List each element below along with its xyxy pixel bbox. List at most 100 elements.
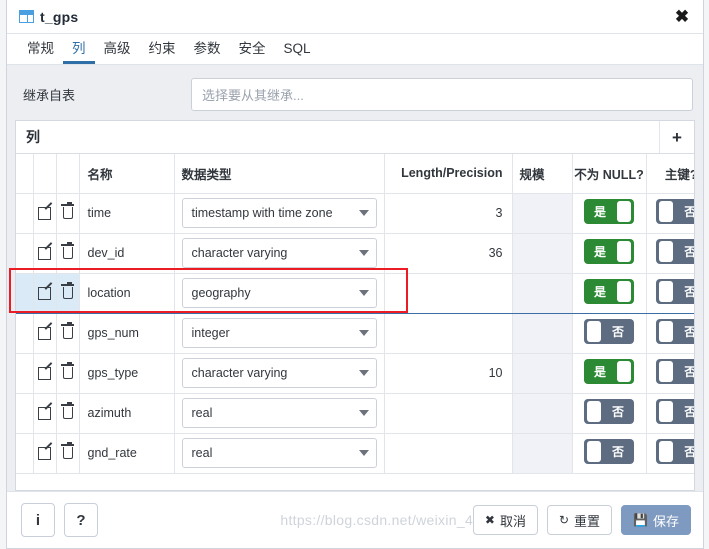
primary-key-cell: 否: [646, 272, 694, 314]
primary-key-toggle[interactable]: 否: [656, 399, 694, 424]
primary-key-toggle[interactable]: 否: [656, 199, 694, 224]
not-null-toggle-label: 是: [593, 365, 606, 379]
column-name-cell[interactable]: time: [79, 193, 175, 234]
datatype-select[interactable]: geography: [181, 278, 377, 308]
column-name-cell[interactable]: gnd_rate: [79, 433, 175, 474]
help-button[interactable]: ?: [64, 503, 98, 537]
primary-key-toggle[interactable]: 否: [656, 359, 694, 384]
edit-row-button[interactable]: [33, 313, 57, 354]
save-button[interactable]: 💾 保存: [621, 505, 691, 535]
reset-button[interactable]: ↻ 重置: [546, 505, 613, 535]
trash-icon[interactable]: [57, 201, 79, 224]
edit-icon[interactable]: [34, 362, 56, 384]
tab-parameters[interactable]: 参数: [185, 41, 230, 65]
info-button[interactable]: i: [21, 503, 55, 537]
primary-key-cell: 否: [646, 433, 694, 474]
delete-row-button[interactable]: [56, 353, 80, 394]
datatype-select[interactable]: character varying: [181, 358, 377, 388]
table-row[interactable]: gps_type character varying 10 是 否: [16, 353, 694, 394]
not-null-toggle[interactable]: 否: [584, 319, 634, 344]
tab-sql[interactable]: SQL: [275, 41, 320, 65]
primary-key-toggle[interactable]: 否: [656, 319, 694, 344]
scale-cell[interactable]: [512, 313, 573, 354]
not-null-toggle[interactable]: 否: [584, 439, 634, 464]
tab-columns[interactable]: 列: [63, 41, 95, 64]
datatype-select[interactable]: real: [181, 438, 377, 468]
trash-icon[interactable]: [57, 361, 79, 384]
length-precision-cell[interactable]: 10: [384, 353, 513, 394]
length-precision-cell[interactable]: [384, 272, 513, 314]
tab-security[interactable]: 安全: [230, 41, 275, 65]
tab-general[interactable]: 常规: [18, 41, 63, 65]
length-precision-cell[interactable]: 36: [384, 233, 513, 274]
edit-row-button[interactable]: [33, 193, 57, 234]
datatype-select[interactable]: timestamp with time zone: [181, 198, 377, 228]
table-row[interactable]: azimuth real 否 否: [16, 393, 694, 434]
cancel-button[interactable]: ✖ 取消: [472, 505, 538, 535]
not-null-cell: 是: [572, 233, 647, 274]
not-null-toggle[interactable]: 是: [584, 279, 634, 304]
table-row[interactable]: gps_num integer 否 否: [16, 313, 694, 354]
delete-row-button[interactable]: [56, 233, 80, 274]
primary-key-toggle[interactable]: 否: [656, 439, 694, 464]
tab-advanced[interactable]: 高级: [95, 41, 140, 65]
scale-cell[interactable]: [512, 233, 573, 274]
edit-row-button[interactable]: [33, 433, 57, 474]
edit-icon[interactable]: [34, 202, 56, 224]
datatype-select[interactable]: character varying: [181, 238, 377, 268]
column-name-cell[interactable]: azimuth: [79, 393, 175, 434]
scale-cell[interactable]: [512, 272, 573, 314]
scale-cell[interactable]: [512, 353, 573, 394]
close-icon[interactable]: ✖: [669, 4, 695, 30]
datatype-cell: timestamp with time zone: [174, 193, 385, 234]
edit-row-button[interactable]: [33, 393, 57, 434]
add-column-button[interactable]: +: [659, 121, 694, 153]
table-row[interactable]: gnd_rate real 否 否: [16, 433, 694, 474]
delete-row-button[interactable]: [56, 433, 80, 474]
trash-icon[interactable]: [57, 281, 79, 304]
length-precision-cell[interactable]: [384, 313, 513, 354]
edit-icon[interactable]: [34, 282, 56, 304]
column-name-cell[interactable]: gps_type: [79, 353, 175, 394]
edit-row-button[interactable]: [33, 272, 57, 314]
delete-row-button[interactable]: [56, 313, 80, 354]
trash-icon[interactable]: [57, 321, 79, 344]
scale-cell[interactable]: [512, 393, 573, 434]
column-name-cell[interactable]: location: [79, 272, 175, 314]
inherit-from-table-select[interactable]: 选择要从其继承...: [191, 77, 693, 111]
primary-key-toggle-label: 否: [674, 239, 694, 264]
edit-row-button[interactable]: [33, 353, 57, 394]
length-precision-cell[interactable]: [384, 393, 513, 434]
delete-row-button[interactable]: [56, 193, 80, 234]
datatype-select[interactable]: real: [181, 398, 377, 428]
chevron-down-icon: [358, 290, 369, 296]
column-name-cell[interactable]: gps_num: [79, 313, 175, 354]
table-row[interactable]: time timestamp with time zone 3 是 否: [16, 193, 694, 234]
edit-row-button[interactable]: [33, 233, 57, 274]
length-precision-cell[interactable]: 3: [384, 193, 513, 234]
delete-row-button[interactable]: [56, 393, 80, 434]
not-null-toggle[interactable]: 是: [584, 359, 634, 384]
edit-icon[interactable]: [34, 442, 56, 464]
delete-row-button[interactable]: [56, 272, 80, 314]
not-null-toggle[interactable]: 是: [584, 199, 634, 224]
datatype-select[interactable]: integer: [181, 318, 377, 348]
not-null-toggle[interactable]: 是: [584, 239, 634, 264]
edit-icon[interactable]: [34, 402, 56, 424]
table-row[interactable]: location geography 是 否: [16, 272, 694, 314]
primary-key-toggle[interactable]: 否: [656, 279, 694, 304]
trash-icon[interactable]: [57, 441, 79, 464]
primary-key-toggle[interactable]: 否: [656, 239, 694, 264]
trash-icon[interactable]: [57, 241, 79, 264]
scale-cell[interactable]: [512, 433, 573, 474]
edit-icon[interactable]: [34, 242, 56, 264]
trash-icon[interactable]: [57, 401, 79, 424]
table-row[interactable]: dev_id character varying 36 是 否: [16, 233, 694, 274]
not-null-toggle[interactable]: 否: [584, 399, 634, 424]
scale-cell[interactable]: [512, 193, 573, 234]
length-precision-cell[interactable]: [384, 433, 513, 474]
column-name-cell[interactable]: dev_id: [79, 233, 175, 274]
datatype-value: real: [191, 406, 213, 420]
tab-constraints[interactable]: 约束: [140, 41, 185, 65]
edit-icon[interactable]: [34, 322, 56, 344]
